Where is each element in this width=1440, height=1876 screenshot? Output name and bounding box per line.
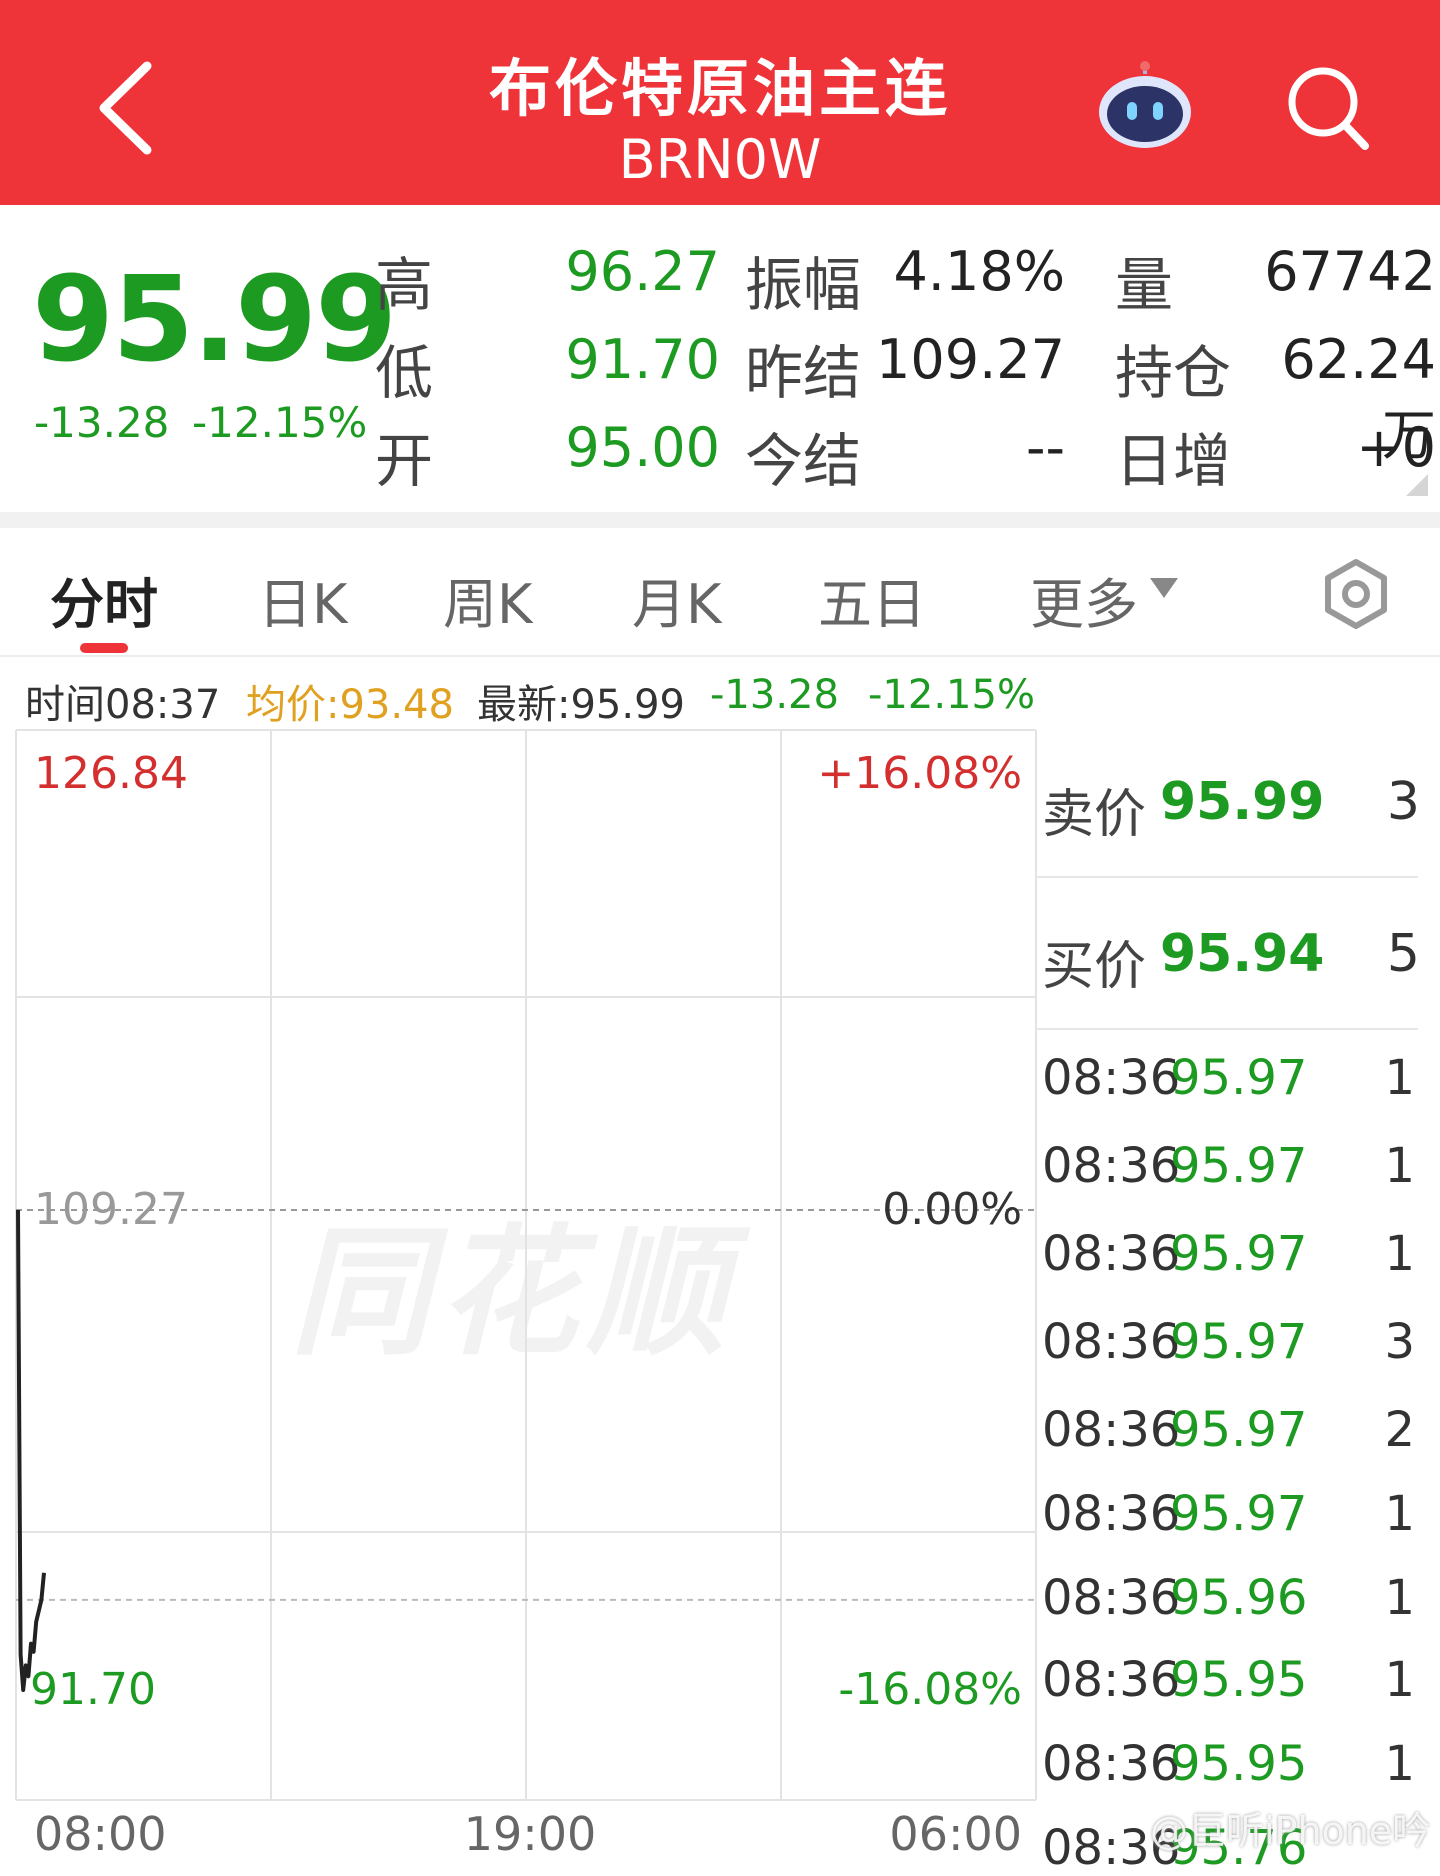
robot-icon[interactable] bbox=[1095, 60, 1195, 152]
y-axis-min-label: 91.70 bbox=[30, 1664, 156, 1715]
open-label: 开 bbox=[375, 427, 434, 495]
tab-more[interactable]: 更多 bbox=[1030, 560, 1138, 639]
tick-qty: 1 bbox=[1384, 1736, 1415, 1792]
chart-grid bbox=[15, 729, 1037, 1801]
expand-corner-icon[interactable] bbox=[1406, 474, 1428, 496]
y-axis-right-ref-label: 0.00% bbox=[882, 1184, 1022, 1235]
sell-label: 卖价 bbox=[1042, 785, 1147, 845]
tick-price: 95.96 bbox=[1170, 1570, 1308, 1626]
search-icon[interactable] bbox=[1285, 64, 1371, 154]
dropdown-icon[interactable] bbox=[1150, 578, 1178, 598]
tick-time: 08:36 bbox=[1042, 1402, 1181, 1458]
x-axis-label-mid: 19:00 bbox=[464, 1807, 597, 1861]
open-value: 95.00 bbox=[565, 416, 720, 479]
tick-price: 95.97 bbox=[1170, 1050, 1308, 1106]
tick-price: 95.97 bbox=[1170, 1314, 1308, 1370]
volume-label: 量 bbox=[1115, 251, 1174, 319]
low-value: 91.70 bbox=[565, 328, 720, 391]
buy-qty: 5 bbox=[1386, 924, 1420, 984]
weibo-watermark: @巨听iPhone吟 bbox=[1150, 1809, 1431, 1853]
active-tab-indicator bbox=[80, 643, 128, 653]
high-label: 高 bbox=[375, 251, 434, 319]
info-change-pct: -12.15% bbox=[868, 672, 1035, 718]
x-axis-label-start: 08:00 bbox=[34, 1807, 167, 1861]
tick-price: 95.97 bbox=[1170, 1486, 1308, 1542]
tab-weekly-k[interactable]: 周K bbox=[443, 560, 532, 639]
settings-icon[interactable] bbox=[1320, 558, 1392, 630]
order-book-divider bbox=[1036, 1028, 1418, 1030]
tick-price: 95.97 bbox=[1170, 1226, 1308, 1282]
tick-price: 95.95 bbox=[1170, 1736, 1308, 1792]
tab-intraday[interactable]: 分时 bbox=[50, 560, 158, 639]
tick-time: 08:36 bbox=[1042, 1652, 1181, 1708]
y-axis-right-min-label: -16.08% bbox=[838, 1664, 1022, 1715]
prev-settle-value: 109.27 bbox=[876, 328, 1065, 391]
tick-time: 08:36 bbox=[1042, 1570, 1181, 1626]
tabs-divider bbox=[0, 655, 1440, 657]
open-interest-label: 持仓 bbox=[1115, 339, 1232, 407]
tick-time: 08:36 bbox=[1042, 1314, 1181, 1370]
tab-daily-k[interactable]: 日K bbox=[258, 560, 347, 639]
x-axis-label-end: 06:00 bbox=[889, 1807, 1022, 1861]
tick-time: 08:36 bbox=[1042, 1486, 1181, 1542]
sell-qty: 3 bbox=[1386, 772, 1420, 832]
volume-value: 67742 bbox=[1264, 240, 1436, 303]
prev-settle-label: 昨结 bbox=[745, 339, 862, 407]
tick-price: 95.97 bbox=[1170, 1402, 1308, 1458]
y-axis-right-max-label: +16.08% bbox=[817, 748, 1022, 799]
tick-time: 08:36 bbox=[1042, 1138, 1181, 1194]
tick-time: 08:36 bbox=[1042, 1050, 1181, 1106]
y-axis-ref-label: 109.27 bbox=[34, 1184, 188, 1235]
tick-time: 08:36 bbox=[1042, 1736, 1181, 1792]
price-change: -13.28 bbox=[34, 398, 170, 447]
tick-qty: 1 bbox=[1384, 1652, 1415, 1708]
today-settle-label: 今结 bbox=[745, 427, 862, 495]
tick-qty: 2 bbox=[1384, 1402, 1415, 1458]
tick-qty: 1 bbox=[1384, 1226, 1415, 1282]
y-axis-max-label: 126.84 bbox=[34, 748, 188, 799]
daily-change-label: 日增 bbox=[1115, 427, 1232, 495]
tick-qty: 1 bbox=[1384, 1050, 1415, 1106]
amplitude-value: 4.18% bbox=[893, 240, 1065, 303]
tick-price: 95.97 bbox=[1170, 1138, 1308, 1194]
last-price: 95.99 bbox=[32, 250, 397, 388]
daily-change-value: +0 bbox=[1356, 416, 1436, 479]
high-value: 96.27 bbox=[565, 240, 720, 303]
contract-code: BRN0W bbox=[618, 128, 822, 191]
tick-qty: 1 bbox=[1384, 1138, 1415, 1194]
tab-monthly-k[interactable]: 月K bbox=[632, 560, 721, 639]
info-change: -13.28 bbox=[710, 672, 839, 718]
low-label: 低 bbox=[375, 339, 434, 407]
tick-price: 95.95 bbox=[1170, 1652, 1308, 1708]
order-book-divider bbox=[1036, 876, 1418, 878]
buy-price: 95.94 bbox=[1160, 924, 1325, 984]
tick-qty: 3 bbox=[1384, 1314, 1415, 1370]
tab-five-day[interactable]: 五日 bbox=[818, 560, 926, 639]
sell-price: 95.99 bbox=[1160, 772, 1325, 832]
page-title: 布伦特原油主连 bbox=[488, 52, 951, 125]
today-settle-value: -- bbox=[1026, 416, 1065, 479]
price-change-pct: -12.15% bbox=[192, 398, 368, 447]
tick-qty: 1 bbox=[1384, 1486, 1415, 1542]
tick-time: 08:36 bbox=[1042, 1226, 1181, 1282]
buy-label: 买价 bbox=[1042, 937, 1147, 997]
price-series-line bbox=[16, 1209, 46, 1692]
amplitude-label: 振幅 bbox=[745, 251, 862, 319]
tick-qty: 1 bbox=[1384, 1570, 1415, 1626]
section-divider bbox=[0, 512, 1440, 528]
